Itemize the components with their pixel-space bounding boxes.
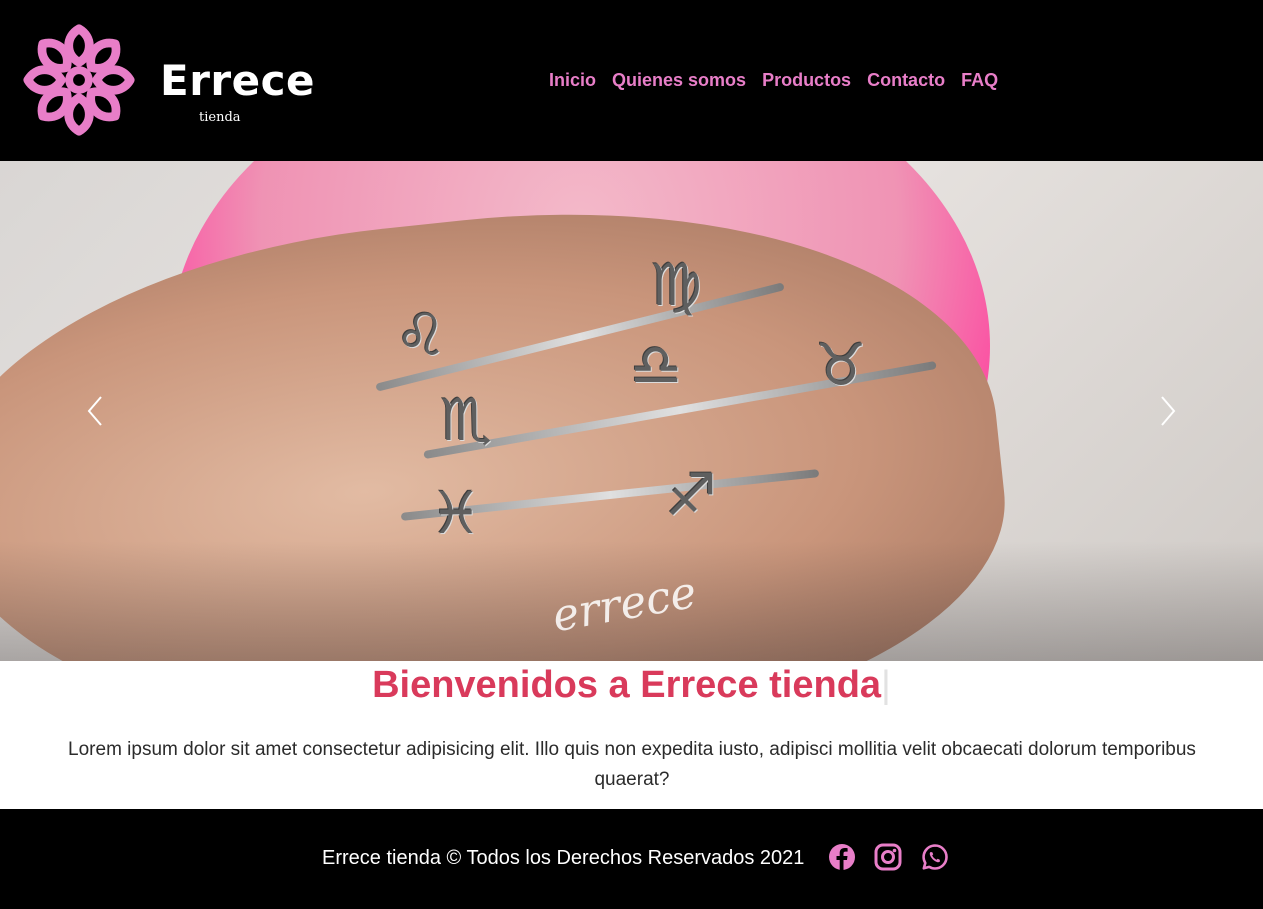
instagram-link[interactable] (874, 843, 902, 871)
nav-item-inicio[interactable]: Inicio (549, 70, 596, 91)
hero-carousel: ♍ ♌ ♎ ♉ ♏ ♓ ♐ errece (0, 161, 1263, 661)
typing-caret: | (881, 664, 891, 706)
chevron-left-icon (87, 396, 102, 426)
brand-subtitle: tienda (199, 110, 241, 125)
carousel-next-button[interactable] (1156, 393, 1180, 429)
page-title-text: Bienvenidos a Errece tienda (372, 664, 882, 706)
copyright-text: Errece tienda © Todos los Derechos Reser… (322, 847, 805, 869)
whatsapp-icon (922, 844, 948, 870)
virgo-charm: ♍ (650, 251, 702, 319)
whatsapp-link[interactable] (921, 843, 949, 871)
site-header: Errece tienda Inicio Quienes somos Produ… (0, 0, 1263, 161)
brand-name[interactable]: Errece (160, 56, 315, 105)
pisces-charm: ♓ (430, 479, 482, 547)
instagram-icon (874, 843, 902, 871)
site-footer: Errece tienda © Todos los Derechos Reser… (0, 809, 1263, 909)
main-nav: Inicio Quienes somos Productos Contacto … (549, 70, 998, 91)
nav-item-quienes-somos[interactable]: Quienes somos (612, 70, 746, 91)
nav-item-faq[interactable]: FAQ (961, 70, 998, 91)
scorpio-charm: ♏ (440, 386, 492, 454)
carousel-prev-button[interactable] (83, 393, 107, 429)
nav-item-contacto[interactable]: Contacto (867, 70, 945, 91)
chevron-right-icon (1161, 396, 1176, 426)
sagittarius-charm: ♐ (665, 461, 717, 529)
facebook-link[interactable] (828, 843, 856, 871)
facebook-icon (829, 844, 855, 870)
leo-charm: ♌ (395, 301, 447, 369)
intro-paragraph: Lorem ipsum dolor sit amet consectetur a… (68, 739, 1196, 790)
flower-mandala-icon[interactable] (20, 21, 138, 139)
libra-charm: ♎ (630, 331, 682, 399)
taurus-charm: ♉ (815, 331, 867, 399)
page-title: Bienvenidos a Errece tienda| (0, 664, 1263, 707)
nav-item-productos[interactable]: Productos (762, 70, 851, 91)
